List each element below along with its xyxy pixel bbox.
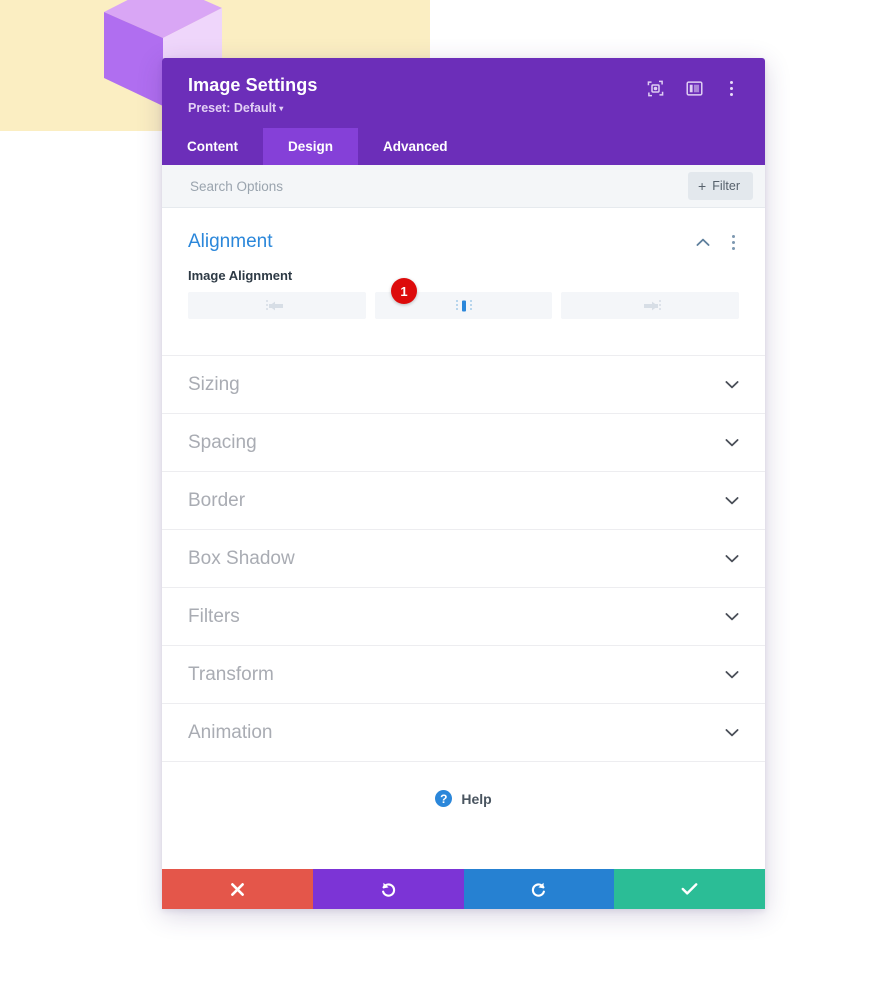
chevron-down-icon[interactable]: [725, 380, 739, 389]
tab-design[interactable]: Design: [263, 128, 359, 165]
section-more-vertical-icon[interactable]: [728, 234, 739, 251]
section-row-border[interactable]: Border: [162, 471, 765, 529]
section-row-animation[interactable]: Animation: [162, 703, 765, 761]
section-row-filters[interactable]: Filters: [162, 587, 765, 645]
layout-panel-icon[interactable]: [686, 80, 703, 97]
section-row-box-shadow[interactable]: Box Shadow: [162, 529, 765, 587]
status-badge: 1: [391, 278, 417, 304]
question-mark-icon: ?: [435, 790, 453, 807]
cancel-button[interactable]: [162, 869, 313, 909]
chevron-down-icon: ▾: [279, 104, 284, 113]
modal-header-icons: [647, 74, 739, 97]
align-left-button[interactable]: [188, 292, 366, 319]
tab-content[interactable]: Content: [162, 128, 263, 165]
section-label: Animation: [188, 721, 273, 743]
section-alignment-title: Alignment: [188, 231, 273, 252]
image-alignment-label: Image Alignment: [188, 268, 293, 283]
section-label: Sizing: [188, 373, 240, 395]
align-center-icon: [455, 299, 472, 312]
preset-label: Preset: Default: [188, 101, 277, 115]
modal-header: Image Settings Preset: Default ▾: [162, 58, 765, 128]
redo-icon: [532, 882, 546, 897]
align-left-icon: [266, 299, 283, 312]
page-title: Image Settings: [188, 75, 318, 95]
modal-tabs: Content Design Advanced: [162, 128, 765, 165]
search-input[interactable]: [188, 177, 689, 195]
filter-button-label: Filter: [712, 178, 740, 193]
section-label: Filters: [188, 605, 240, 627]
chevron-down-icon[interactable]: [725, 554, 739, 563]
check-icon: [681, 883, 698, 895]
undo-button[interactable]: [312, 869, 464, 909]
section-alignment-tools: [696, 234, 739, 251]
chevron-down-icon[interactable]: [725, 612, 739, 621]
preset-selector[interactable]: Preset: Default ▾: [188, 101, 647, 116]
chevron-down-icon[interactable]: [725, 438, 739, 447]
chevron-up-icon[interactable]: [696, 238, 710, 247]
save-button[interactable]: [614, 869, 765, 909]
chevron-down-icon[interactable]: [725, 728, 739, 737]
section-label: Transform: [188, 663, 274, 685]
modal-header-text: Image Settings Preset: Default ▾: [188, 74, 647, 116]
undo-icon: [381, 882, 395, 897]
section-label: Box Shadow: [188, 547, 295, 569]
filter-button[interactable]: + Filter: [688, 172, 753, 200]
section-row-sizing[interactable]: Sizing: [162, 355, 765, 413]
redo-button[interactable]: [463, 869, 615, 909]
close-icon: [230, 882, 244, 896]
modal-body: Alignment Image Alignment 1 Sizing Spaci…: [162, 208, 765, 869]
help-area: ? Help: [162, 761, 765, 869]
section-row-transform[interactable]: Transform: [162, 645, 765, 703]
modal-footer: [162, 869, 765, 909]
section-alignment: Alignment Image Alignment 1: [162, 208, 765, 355]
chevron-down-icon[interactable]: [725, 496, 739, 505]
tab-advanced[interactable]: Advanced: [358, 128, 473, 165]
search-bar: + Filter: [162, 165, 765, 208]
align-right-icon: [644, 299, 661, 312]
section-alignment-header[interactable]: Alignment: [188, 208, 739, 268]
chevron-down-icon[interactable]: [725, 670, 739, 679]
help-link[interactable]: Help: [461, 791, 491, 807]
image-settings-modal: Image Settings Preset: Default ▾ Content…: [162, 58, 765, 909]
focus-icon[interactable]: [647, 80, 664, 97]
section-row-spacing[interactable]: Spacing: [162, 413, 765, 471]
more-vertical-icon[interactable]: [725, 80, 739, 97]
plus-icon: +: [698, 178, 707, 194]
section-label: Spacing: [188, 431, 257, 453]
image-alignment-control: 1: [188, 278, 740, 355]
align-right-button[interactable]: [561, 292, 740, 319]
section-label: Border: [188, 489, 246, 511]
